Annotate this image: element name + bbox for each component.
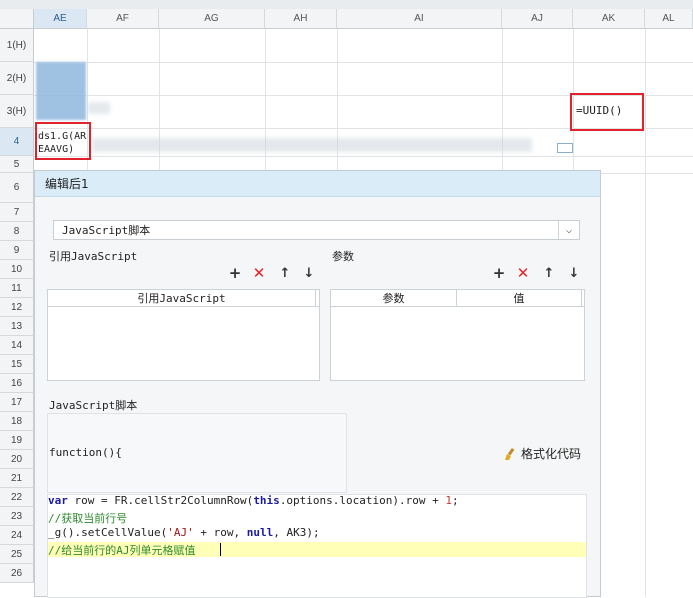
param-value-column-header: 值 [457, 290, 582, 306]
row-header-15[interactable]: 15 [0, 355, 34, 374]
params-label: 参数 [332, 250, 354, 263]
delete-x-icon[interactable]: ✕ [251, 264, 267, 282]
arrow-up-icon[interactable]: ↑ [277, 265, 293, 281]
row-header-24[interactable]: 24 [0, 526, 34, 545]
dialog-title: 编辑后1 [35, 171, 600, 197]
row-header-13[interactable]: 13 [0, 317, 34, 336]
row-header-21[interactable]: 21 [0, 469, 34, 488]
ref-js-table[interactable]: 引用JavaScript [47, 289, 320, 381]
code-line-4: //给当前行的AJ列单元格赋值 [48, 544, 196, 557]
column-header-aj[interactable]: AJ [502, 9, 573, 29]
highlight-box-ak3 [570, 93, 644, 131]
row-header-22[interactable]: 22 [0, 488, 34, 507]
row-header-4[interactable]: 4 [0, 128, 34, 156]
code-line-3: _g().setCellValue('AJ' + row, null, AK3)… [48, 526, 320, 539]
row-header-26[interactable]: 26 [0, 564, 34, 583]
row-header-20[interactable]: 20 [0, 450, 34, 469]
ref-js-column-header: 引用JavaScript [48, 290, 316, 306]
format-code-button[interactable]: 格式化代码 [503, 445, 581, 462]
column-header-ak[interactable]: AK [573, 9, 645, 29]
param-name-column-header: 参数 [331, 290, 457, 306]
row-header-18[interactable]: 18 [0, 412, 34, 431]
function-header: function(){ [49, 446, 122, 459]
row-header-10[interactable]: 10 [0, 260, 34, 279]
arrow-down-icon[interactable]: ↓ [301, 265, 317, 281]
plus-icon[interactable]: + [491, 264, 507, 282]
brush-icon [505, 447, 515, 460]
code-line-1: var row = FR.cellStr2ColumnRow(this.opti… [48, 494, 459, 507]
params-table[interactable]: 参数 值 [330, 289, 585, 381]
text-cursor [220, 543, 221, 556]
column-header-af[interactable]: AF [87, 9, 159, 29]
column-header-ag[interactable]: AG [159, 9, 265, 29]
format-code-label: 格式化代码 [521, 447, 582, 461]
script-label: JavaScript脚本 [49, 399, 138, 412]
edit-dialog: 编辑后1 JavaScript脚本 ⌵ 引用JavaScript 参数 + ✕ … [34, 170, 601, 598]
function-header-area: function(){ [47, 413, 347, 493]
column-header-ai[interactable]: AI [337, 9, 502, 29]
row-header-9[interactable]: 9 [0, 241, 34, 260]
row-header-19[interactable]: 19 [0, 431, 34, 450]
code-line-2: //获取当前行号 [48, 512, 128, 525]
column-header-ae[interactable]: AE [34, 9, 87, 29]
column-header-al[interactable]: AL [645, 9, 693, 29]
row-header-1[interactable]: 1(H) [0, 29, 34, 62]
row-header-2[interactable]: 2(H) [0, 62, 34, 95]
highlight-box-ae4 [35, 122, 91, 160]
row-header-12[interactable]: 12 [0, 298, 34, 317]
row-header-25[interactable]: 25 [0, 545, 34, 564]
plus-icon[interactable]: + [227, 264, 243, 282]
row-header-8[interactable]: 8 [0, 222, 34, 241]
arrow-up-icon[interactable]: ↑ [541, 265, 557, 281]
row-header-16[interactable]: 16 [0, 374, 34, 393]
row-header-7[interactable]: 7 [0, 203, 34, 222]
image-cell [36, 62, 86, 120]
row-header-17[interactable]: 17 [0, 393, 34, 412]
script-type-value: JavaScript脚本 [62, 224, 151, 237]
arrow-down-icon[interactable]: ↓ [566, 265, 582, 281]
script-type-select[interactable]: JavaScript脚本 ⌵ [53, 220, 580, 240]
row-header-3[interactable]: 3(H) [0, 95, 34, 128]
delete-x-icon[interactable]: ✕ [515, 264, 531, 282]
row-header-23[interactable]: 23 [0, 507, 34, 526]
cell-marker [557, 143, 573, 153]
ref-js-label: 引用JavaScript [49, 250, 138, 263]
row-header-14[interactable]: 14 [0, 336, 34, 355]
select-all-corner[interactable] [0, 9, 34, 29]
column-header-ah[interactable]: AH [265, 9, 337, 29]
row-header-11[interactable]: 11 [0, 279, 34, 298]
chevron-down-icon[interactable]: ⌵ [558, 221, 579, 239]
row-header-6[interactable]: 6 [0, 173, 34, 203]
row-header-5[interactable]: 5 [0, 156, 34, 173]
